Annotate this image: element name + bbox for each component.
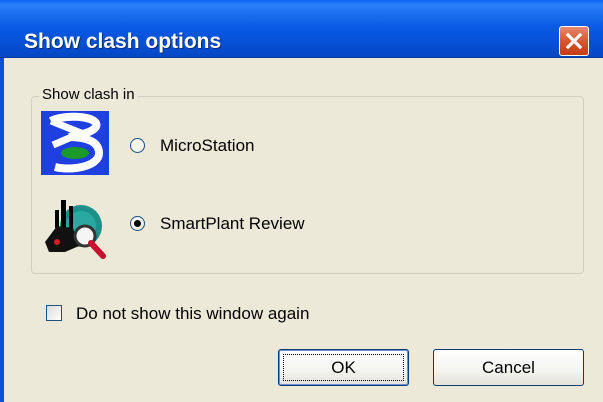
dialog-title: Show clash options: [24, 30, 222, 53]
smartplant-review-icon: [45, 200, 106, 259]
title-bar[interactable]: Show clash options: [0, 0, 603, 58]
show-clash-in-group: [31, 96, 584, 274]
smartplant-review-label: SmartPlant Review: [160, 214, 305, 233]
window-border: [0, 58, 4, 402]
dont-show-again-label: Do not show this window again: [76, 304, 310, 323]
cancel-button[interactable]: Cancel: [433, 349, 584, 386]
focus-rect: [283, 354, 404, 381]
microstation-logo-icon: [41, 111, 109, 175]
group-legend: Show clash in: [39, 86, 138, 104]
close-icon: [565, 32, 583, 50]
ok-button[interactable]: OK: [278, 349, 409, 386]
close-button[interactable]: [559, 26, 589, 56]
radio-smartplant-review[interactable]: [130, 216, 145, 231]
dont-show-again-checkbox[interactable]: [46, 305, 62, 321]
microstation-label: MicroStation: [160, 136, 255, 155]
radio-microstation[interactable]: [130, 138, 145, 153]
dialog-window: Show clash options Show clash in MicroSt…: [0, 0, 603, 402]
